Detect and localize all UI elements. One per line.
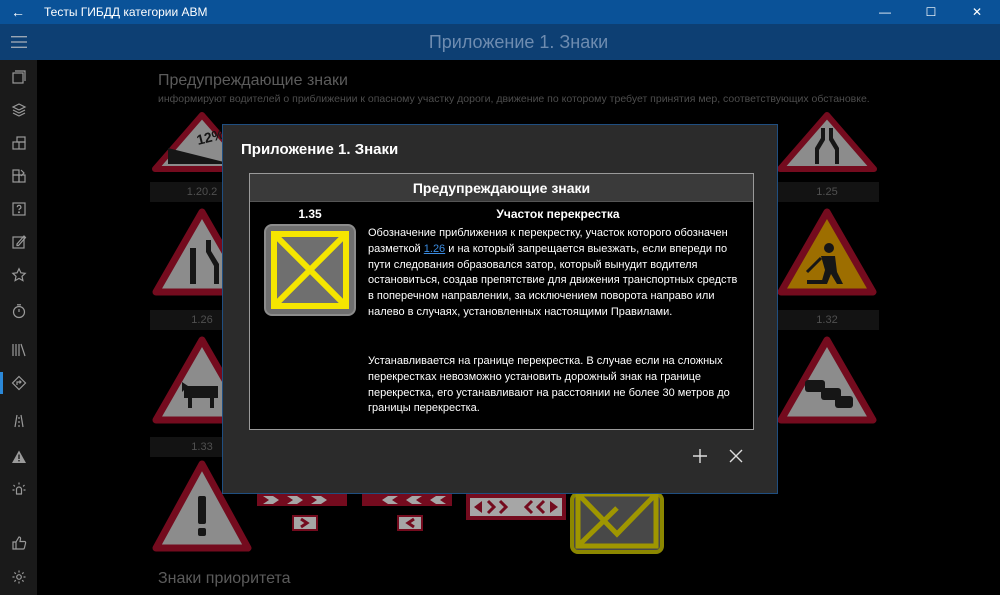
warning-icon [11, 450, 26, 463]
marathon-icon [11, 169, 26, 183]
sidebar-item-rules[interactable] [0, 333, 37, 367]
sidebar-item-exam[interactable] [0, 126, 37, 160]
add-to-favorites-button[interactable] [685, 443, 715, 469]
sidebar-item-warning[interactable] [0, 440, 37, 474]
sidebar-item-favorites[interactable] [0, 258, 37, 292]
sidebar-item-topics[interactable] [0, 93, 37, 127]
favorites-icon [10, 267, 27, 282]
window-title: Тесты ГИБДД категории АВМ [44, 5, 208, 19]
dialog-title: Приложение 1. Знаки [241, 141, 399, 158]
sign-intersection-section-image [264, 224, 356, 316]
plus-icon [693, 449, 707, 463]
like-icon [11, 536, 26, 550]
sidebar-item-questions[interactable] [0, 192, 37, 226]
hamburger-menu-button[interactable] [0, 24, 37, 60]
sign-placement-description: Устанавливается на границе перекрестка. … [368, 355, 730, 415]
maximize-button[interactable]: ☐ [908, 0, 954, 24]
hamburger-icon [10, 36, 27, 48]
sidebar-item-marking[interactable] [0, 404, 37, 438]
title-bar: ← Тесты ГИБДД категории АВМ — ☐ ✕ [0, 0, 1000, 24]
sign-description: Обозначение приближения к перекрестку, у… [368, 227, 738, 318]
minimize-button[interactable]: — [862, 0, 908, 24]
close-icon [729, 449, 743, 463]
sign-name: Участок перекрестка [496, 207, 620, 221]
signs-icon [11, 375, 26, 391]
sign-number: 1.35 [298, 207, 322, 221]
settings-icon [12, 570, 25, 584]
sidebar [0, 60, 37, 595]
sidebar-item-like[interactable] [0, 526, 37, 560]
page-title: Приложение 1. Знаки [428, 32, 609, 52]
sidebar-item-marathon[interactable] [0, 159, 37, 193]
rules-icon [11, 343, 26, 357]
app-header: Приложение 1. Знаки [0, 24, 1000, 60]
sidebar-item-settings[interactable] [0, 560, 37, 594]
exam-icon [11, 136, 26, 150]
close-window-button[interactable]: ✕ [954, 0, 1000, 24]
tickets-icon [11, 70, 26, 84]
mistakes-icon [11, 235, 26, 249]
questions-icon [11, 202, 26, 216]
sidebar-item-tickets[interactable] [0, 60, 37, 94]
sidebar-item-signs[interactable] [0, 366, 37, 400]
timer-icon [12, 304, 25, 319]
sign-detail-dialog: Приложение 1. Знаки Предупреждающие знак… [222, 124, 778, 494]
sign-link-1-26[interactable]: 1.26 [424, 243, 445, 255]
close-dialog-button[interactable] [721, 443, 751, 469]
sidebar-item-timer[interactable] [0, 294, 37, 328]
sidebar-item-lights[interactable] [0, 472, 37, 506]
marking-icon [13, 414, 24, 428]
sidebar-item-mistakes[interactable] [0, 225, 37, 259]
sign-detail-panel: Предупреждающие знаки 1.35 Участок перек… [249, 173, 754, 430]
topics-icon [11, 103, 26, 117]
panel-title: Предупреждающие знаки [250, 174, 753, 202]
back-button[interactable]: ← [0, 0, 36, 24]
lights-icon [12, 482, 25, 495]
